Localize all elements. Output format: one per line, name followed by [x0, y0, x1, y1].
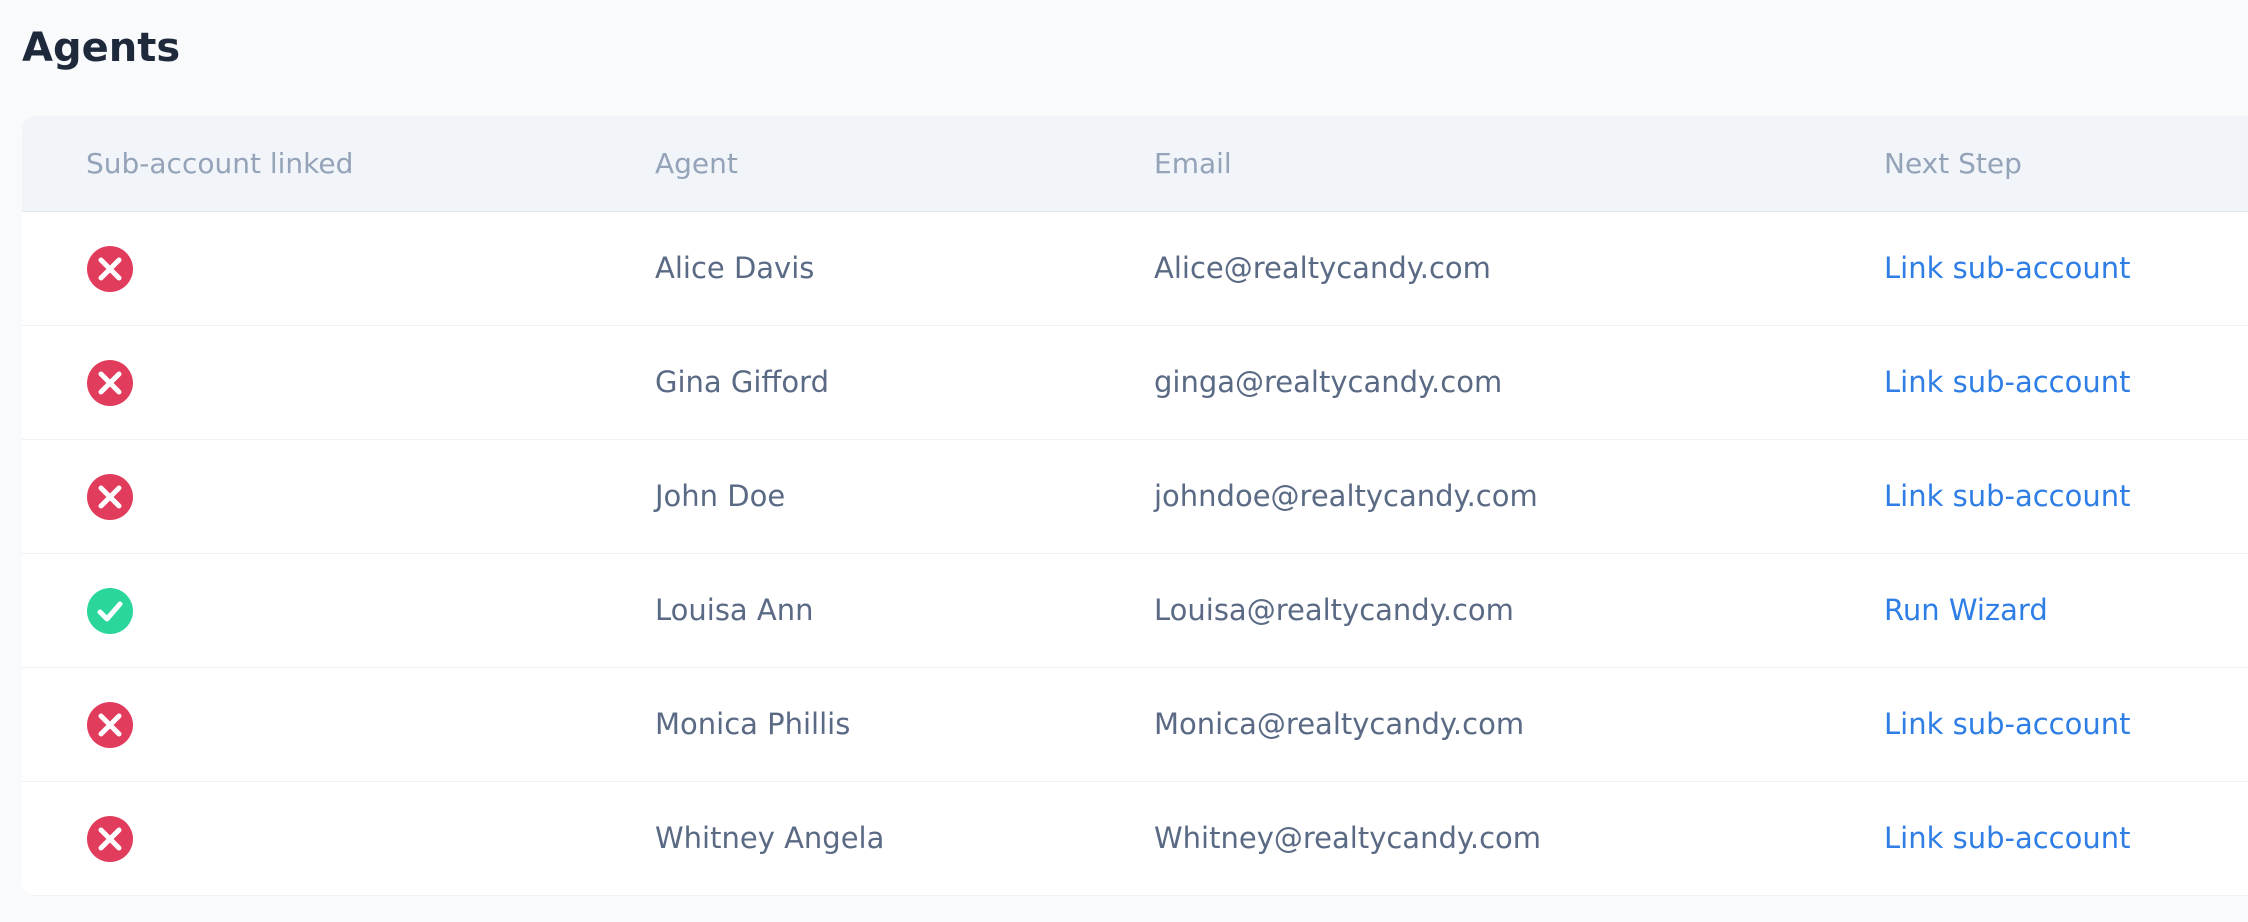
agent-name: Monica Phillis	[655, 707, 851, 741]
agent-name: Whitney Angela	[655, 821, 885, 855]
table-row[interactable]: Whitney Angela Whitney@realtycandy.com L…	[22, 782, 2248, 896]
agent-email: ginga@realtycandy.com	[1154, 365, 1503, 399]
link-sub-account-link[interactable]: Link sub-account	[1884, 251, 2131, 285]
agent-name: Louisa Ann	[655, 593, 814, 627]
column-header-next-step[interactable]: Next Step	[1884, 116, 2022, 212]
x-circle-icon	[87, 359, 133, 406]
agent-email: Louisa@realtycandy.com	[1154, 593, 1514, 627]
page-title: Agents	[22, 25, 181, 71]
table-row[interactable]: Monica Phillis Monica@realtycandy.com Li…	[22, 668, 2248, 782]
agent-name: John Doe	[655, 479, 786, 513]
table-header: Sub-account linked Agent Email Next Step	[22, 116, 2248, 212]
agent-email: johndoe@realtycandy.com	[1154, 479, 1538, 513]
table-row[interactable]: John Doe johndoe@realtycandy.com Link su…	[22, 440, 2248, 554]
x-circle-icon	[87, 701, 133, 748]
table-row[interactable]: Gina Gifford ginga@realtycandy.com Link …	[22, 326, 2248, 440]
table-body: Alice Davis Alice@realtycandy.com Link s…	[22, 212, 2248, 896]
link-sub-account-link[interactable]: Link sub-account	[1884, 707, 2131, 741]
agent-name: Alice Davis	[655, 251, 815, 285]
table-row[interactable]: Louisa Ann Louisa@realtycandy.com Run Wi…	[22, 554, 2248, 668]
status-cell	[86, 668, 134, 781]
table-row[interactable]: Alice Davis Alice@realtycandy.com Link s…	[22, 212, 2248, 326]
x-circle-icon	[87, 245, 133, 292]
x-circle-icon	[87, 473, 133, 520]
column-header-sub-account-linked[interactable]: Sub-account linked	[86, 116, 353, 212]
status-cell	[86, 326, 134, 439]
agents-table: Sub-account linked Agent Email Next Step…	[22, 116, 2248, 896]
status-cell	[86, 440, 134, 553]
x-circle-icon	[87, 815, 133, 862]
agent-email: Alice@realtycandy.com	[1154, 251, 1491, 285]
column-header-agent[interactable]: Agent	[655, 116, 738, 212]
status-cell	[86, 212, 134, 325]
status-cell	[86, 782, 134, 895]
link-sub-account-link[interactable]: Link sub-account	[1884, 821, 2131, 855]
status-cell	[86, 554, 134, 667]
link-sub-account-link[interactable]: Link sub-account	[1884, 365, 2131, 399]
agent-email: Whitney@realtycandy.com	[1154, 821, 1542, 855]
link-sub-account-link[interactable]: Link sub-account	[1884, 479, 2131, 513]
agent-name: Gina Gifford	[655, 365, 829, 399]
agent-email: Monica@realtycandy.com	[1154, 707, 1525, 741]
run-wizard-link[interactable]: Run Wizard	[1884, 593, 2048, 627]
column-header-email[interactable]: Email	[1154, 116, 1232, 212]
check-circle-icon	[87, 587, 133, 634]
